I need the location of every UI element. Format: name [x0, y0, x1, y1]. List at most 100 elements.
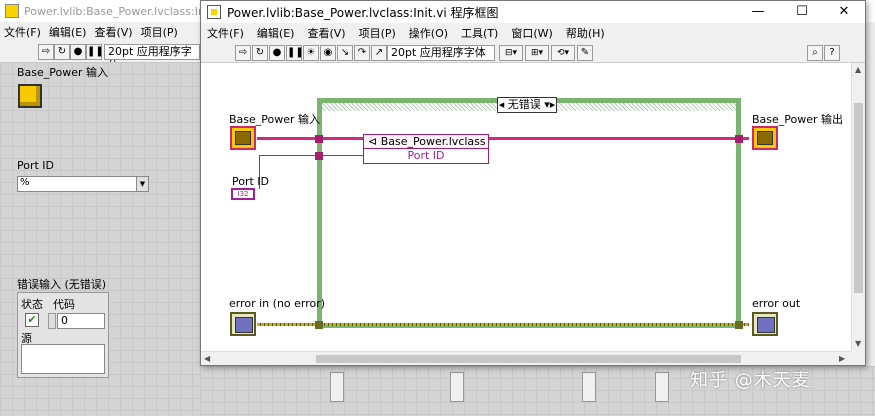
menu-file[interactable]: 文件(F) — [4, 24, 41, 40]
scroll-right-icon[interactable]: ▶ — [839, 354, 845, 363]
class-input-tunnel[interactable] — [315, 135, 323, 143]
unbundle-header: ⊲ Base_Power.lvclass — [364, 135, 488, 149]
cleanup-diagram-icon[interactable]: ✎ — [577, 45, 593, 61]
menu-project[interactable]: 项目(P) — [359, 25, 396, 41]
vertical-scrollbar[interactable]: ▲ ▼ — [851, 63, 865, 351]
error-out-label: error out — [752, 297, 801, 310]
pause-icon[interactable]: ❚❚ — [286, 45, 304, 61]
scroll-left-icon[interactable]: ◀ — [204, 354, 210, 363]
port-id-combo[interactable]: % ▼ — [17, 176, 149, 192]
abort-icon[interactable]: ● — [269, 45, 285, 61]
error-out-terminal[interactable] — [752, 312, 778, 336]
case-selector[interactable]: ◂ 无错误 ▾▸ — [497, 97, 557, 113]
scroll-down-icon[interactable]: ▼ — [855, 339, 861, 348]
abort-icon[interactable]: ● — [70, 44, 86, 60]
unbundle-by-name-node[interactable]: ⊲ Base_Power.lvclass Port ID — [363, 134, 489, 164]
step-into-icon[interactable]: ↘ — [337, 45, 353, 61]
menu-view[interactable]: 查看(V) — [94, 24, 132, 40]
run-arrow-icon[interactable]: ⇨ — [38, 44, 54, 60]
front-panel-canvas: Base_Power 输入 Port ID % ▼ 错误输入 (无错误) 状态 … — [0, 62, 200, 416]
code-field[interactable]: 0 — [57, 313, 105, 329]
run-continuously-icon[interactable]: ↻ — [252, 45, 268, 61]
pause-icon[interactable]: ❚❚ — [86, 44, 104, 60]
font-selector[interactable]: 20pt 应用程序字体 — [104, 44, 200, 72]
menu-help[interactable]: 帮助(H) — [566, 25, 605, 41]
unbundle-class-name: Base_Power.lvclass — [380, 135, 486, 148]
menu-view[interactable]: 查看(V) — [307, 25, 345, 41]
maximize-button[interactable]: ☐ — [781, 1, 823, 23]
block-diagram-menubar: 文件(F) 编辑(E) 查看(V) 项目(P) 操作(O) 工具(T) 窗口(W… — [201, 23, 865, 43]
base-power-input-label: Base_Power 输入 — [229, 113, 321, 126]
distribute-objects-icon[interactable]: ⊞▾ — [525, 45, 549, 61]
menu-edit[interactable]: 编辑(E) — [49, 24, 87, 40]
status-checkmark-icon[interactable]: ✔ — [25, 313, 39, 327]
case-selector-down-icon[interactable]: ▾▸ — [544, 98, 555, 111]
context-help-icon[interactable]: ? — [824, 45, 840, 61]
menu-window[interactable]: 窗口(W) — [511, 25, 552, 41]
run-arrow-icon[interactable]: ⇨ — [235, 45, 251, 61]
scroll-up-icon[interactable]: ▲ — [855, 65, 861, 74]
status-label: 状态 — [21, 298, 43, 311]
base-power-input-label: Base_Power 输入 — [17, 66, 109, 79]
front-panel-title: Power.lvlib:Base_Power.lvclass:Init — [24, 4, 213, 18]
base-power-output-terminal[interactable] — [752, 126, 778, 150]
port-id-terminal[interactable]: I32 — [231, 188, 255, 200]
menu-tools[interactable]: 工具(T) — [461, 25, 498, 41]
class-control-icon[interactable] — [18, 84, 42, 108]
scrollbar-fragment[interactable] — [450, 372, 464, 402]
scrollbar-fragment[interactable] — [582, 372, 596, 402]
run-continuously-icon[interactable]: ↻ — [54, 44, 70, 60]
scrollbar-fragment[interactable] — [655, 372, 669, 402]
watermark: 知乎 @木天麦 — [690, 370, 811, 391]
port-id-tunnel[interactable] — [315, 152, 323, 160]
port-id-label: Port ID — [232, 175, 270, 188]
error-in-label: 错误输入 (无错误) — [17, 278, 107, 291]
error-in-label: error in (no error) — [229, 297, 326, 310]
chevron-down-icon[interactable]: ▼ — [136, 177, 148, 191]
scrollbar-fragment[interactable] — [330, 372, 344, 402]
menu-edit[interactable]: 编辑(E) — [257, 25, 295, 41]
case-selector-value: 无错误 — [507, 98, 541, 111]
error-output-tunnel[interactable] — [735, 321, 743, 329]
error-input-tunnel[interactable] — [315, 321, 323, 329]
error-in-terminal[interactable] — [230, 312, 256, 336]
front-panel-menubar: 文件(F) 编辑(E) 查看(V) 项目(P) — [0, 22, 210, 42]
align-objects-icon[interactable]: ⊟▾ — [499, 45, 523, 61]
case-selector-prev-icon[interactable]: ◂ — [499, 98, 505, 111]
error-in-cluster: 状态 代码 ✔ 0 源 — [17, 292, 109, 378]
class-wire-out[interactable] — [489, 137, 749, 140]
block-diagram-icon — [207, 5, 221, 19]
error-wire[interactable] — [257, 323, 749, 326]
menu-project[interactable]: 项目(P) — [141, 24, 178, 40]
block-diagram-title: Power.lvlib:Base_Power.lvclass:Init.vi 程… — [227, 5, 499, 20]
vi-icon — [5, 4, 19, 18]
minimize-button[interactable]: — — [737, 1, 779, 23]
block-diagram-toolbar: ⇨ ↻ ● ❚❚ ☀ ◉ ↘ ↷ ↗ 20pt 应用程序字体 ⊟▾ ⊞▾ ⟲▾ … — [201, 43, 865, 63]
highlight-execution-icon[interactable]: ☀ — [303, 45, 319, 61]
class-link-icon: ⊲ — [368, 135, 378, 148]
source-field[interactable] — [21, 344, 105, 374]
block-diagram-titlebar[interactable]: Power.lvlib:Base_Power.lvclass:Init.vi 程… — [201, 1, 865, 23]
code-label: 代码 — [53, 298, 75, 311]
vertical-scroll-thumb[interactable] — [854, 103, 863, 293]
port-id-label: Port ID — [17, 159, 55, 172]
menu-file[interactable]: 文件(F) — [207, 25, 244, 41]
step-out-icon[interactable]: ↗ — [371, 45, 387, 61]
class-output-tunnel[interactable] — [735, 135, 743, 143]
port-id-wire-h[interactable] — [259, 155, 363, 156]
block-diagram-canvas[interactable]: ◂ 无错误 ▾▸ Base_Power 输入 Port ID I32 error… — [201, 63, 851, 351]
base-power-output-label: Base_Power 输出 — [752, 113, 844, 126]
retain-wire-values-icon[interactable]: ◉ — [320, 45, 336, 61]
base-power-input-terminal[interactable] — [230, 126, 256, 150]
font-selector[interactable]: 20pt 应用程序字体 — [387, 45, 495, 61]
menu-operate[interactable]: 操作(O) — [409, 25, 448, 41]
close-button[interactable]: ✕ — [823, 1, 865, 23]
step-over-icon[interactable]: ↷ — [354, 45, 370, 61]
search-icon[interactable]: ⌕ — [807, 45, 823, 61]
code-increment-icon[interactable] — [48, 313, 56, 329]
reorder-icon[interactable]: ⟲▾ — [551, 45, 575, 61]
unbundle-element[interactable]: Port ID — [364, 149, 488, 163]
horizontal-scroll-thumb[interactable] — [316, 355, 741, 363]
port-id-value: % — [20, 177, 30, 188]
horizontal-scrollbar[interactable]: ◀ ▶ — [201, 351, 851, 365]
